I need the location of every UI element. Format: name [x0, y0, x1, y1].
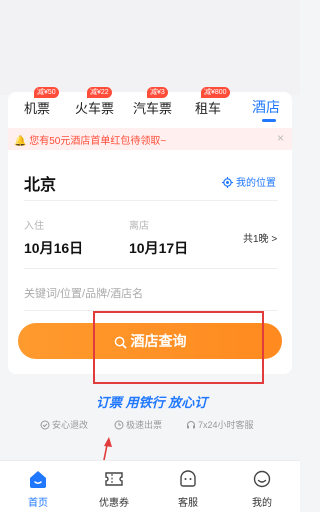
bottom-navigation: 首页 优惠券 客服 我的 — [0, 460, 300, 512]
profile-icon — [253, 470, 271, 488]
nav-label: 优惠券 — [99, 498, 129, 509]
nav-home[interactable]: 首页 — [8, 469, 68, 509]
home-icon — [30, 471, 46, 488]
nav-label: 我的 — [252, 498, 272, 509]
nav-label: 首页 — [28, 498, 48, 509]
nav-label: 客服 — [178, 498, 198, 509]
nav-profile[interactable]: 我的 — [232, 469, 292, 509]
nav-coupons[interactable]: 优惠券 — [84, 469, 144, 509]
coupon-icon — [105, 472, 123, 486]
service-icon — [180, 470, 196, 487]
annotation-arrow — [97, 437, 112, 491]
nav-customer-service[interactable]: 客服 — [158, 469, 218, 509]
